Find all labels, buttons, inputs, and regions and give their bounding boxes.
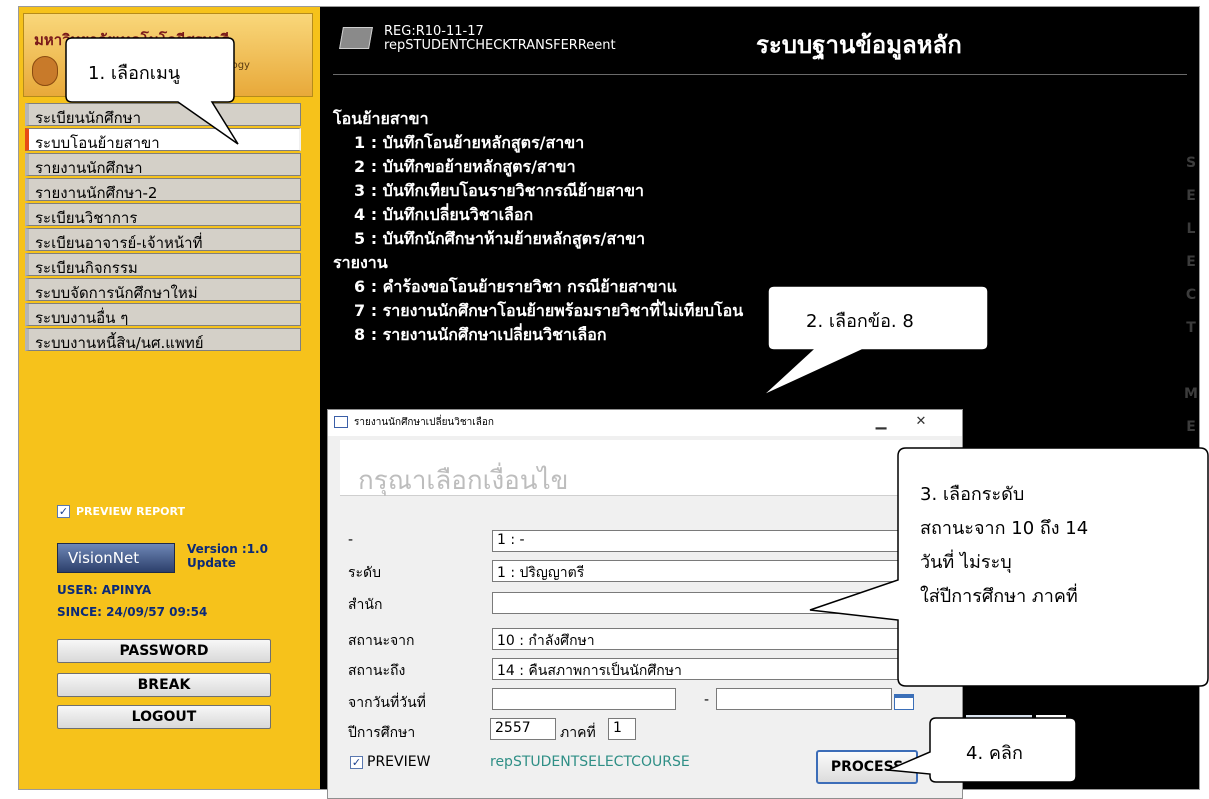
section-transfer: โอนย้ายสาขา (333, 109, 429, 128)
background-field (966, 715, 1032, 725)
date-from-input[interactable] (492, 688, 676, 710)
report-code: REG:R10-11-17 (384, 24, 484, 39)
level-label: ระดับ (348, 565, 382, 581)
date-label: จากวันที่วันที่ (348, 695, 426, 711)
year-input[interactable]: 2557 (490, 718, 556, 740)
callout-3-text: 3. เลือกระดับ สถานะจาก 10 ถึง 14 วันที่ … (920, 478, 1088, 614)
sidebar-item-academic-records[interactable]: ระเบียนวิชาการ (25, 203, 301, 226)
header-divider (333, 74, 1187, 75)
chevron-down-icon[interactable]: ▼ (902, 658, 916, 680)
status-from-label: สถานะจาก (348, 633, 415, 649)
callout-4-text: 4. คลิก (966, 743, 1023, 764)
sidebar-menu: ระเบียนนักศึกษา ระบบโอนย้ายสาขา รายงานนั… (25, 103, 301, 353)
password-button[interactable]: PASSWORD (57, 639, 271, 663)
office-select[interactable] (492, 592, 904, 614)
background-field-2 (1036, 715, 1066, 727)
menu-option-1[interactable]: 1 : บันทึกโอนย้ายหลักสูตร/สาขา (354, 131, 584, 156)
date-separator: - (704, 692, 710, 708)
sidebar-item-transfer-system[interactable]: ระบบโอนย้ายสาขา (25, 128, 301, 151)
callout-3-line-4: ใส่ปีการศึกษา ภาคที่ (920, 586, 1078, 607)
money-icon (339, 27, 373, 49)
page-title: ระบบฐานข้อมูลหลัก (756, 31, 962, 59)
preview-checkbox[interactable]: ✓ (350, 755, 363, 769)
term-input[interactable]: 1 (608, 718, 636, 740)
select-me-vertical-text: SELECT ME (1184, 155, 1198, 435)
chevron-down-icon[interactable]: ▼ (902, 530, 916, 552)
sidebar-item-other[interactable]: ระบบงานอื่น ๆ (25, 303, 301, 326)
level-select[interactable]: 1 : ปริญญาตรี (492, 560, 904, 582)
dialog-heading: กรุณาเลือกเงื่อนไข (358, 466, 569, 496)
status-to-label: สถานะถึง (348, 663, 406, 679)
sidebar-item-student-records[interactable]: ระเบียนนักศึกษา (25, 103, 301, 126)
dash-label: - (348, 532, 354, 548)
header-code: REG:R10-11-17 repSTUDENTCHECKTRANSFERRee… (384, 25, 616, 53)
version-info: Version :1.0 Update (187, 542, 268, 570)
sidebar-item-new-student[interactable]: ระบบจัดการนักศึกษาใหม่ (25, 278, 301, 301)
callout-2-text: 2. เลือกข้อ. 8 (806, 311, 914, 332)
report-name: repSTUDENTSELECTCOURSE (490, 754, 690, 770)
menu-option-6[interactable]: 6 : คำร้องขอโอนย้ายรายวิชา กรณีย้ายสาขาแ (354, 275, 677, 300)
visionnet-logo: VisionNet (57, 543, 175, 573)
version-text: Version :1.0 (187, 542, 268, 556)
app-window: มหาวิทยาลัยเทคโนโลยีสุรนารี nnology ระเบ… (18, 6, 1200, 799)
section-report: รายงาน (333, 253, 388, 272)
left-panel: มหาวิทยาลัยเทคโนโลยีสุรนารี nnology ระเบ… (19, 7, 320, 789)
minimize-icon[interactable]: ▁ (872, 414, 890, 430)
sidebar-item-student-report[interactable]: รายงานนักศึกษา (25, 153, 301, 176)
user-info: USER: APINYA (57, 583, 152, 597)
status-from-select[interactable]: 10 : กำลังศึกษา (492, 628, 904, 650)
menu-option-5[interactable]: 5 : บันทึกนักศึกษาห้ามย้ายหลักสูตร/สาขา (354, 227, 645, 252)
form-icon (334, 416, 348, 428)
sidebar-item-student-report-2[interactable]: รายงานนักศึกษา-2 (25, 178, 301, 201)
year-label: ปีการศึกษา (348, 725, 416, 741)
office-label: สำนัก (348, 597, 383, 613)
preview-option[interactable]: ✓ PREVIEW (350, 754, 430, 770)
process-button[interactable]: PROCESS (816, 750, 918, 784)
preview-report-checkbox[interactable]: ✓ (57, 505, 70, 518)
sidebar-item-activity-records[interactable]: ระเบียนกิจกรรม (25, 253, 301, 276)
menu-option-8[interactable]: 8 : รายงานนักศึกษาเปลี่ยนวิชาเลือก (354, 323, 607, 348)
chevron-down-icon[interactable]: ▼ (902, 560, 916, 582)
dialog-titlebar: รายงานนักศึกษาเปลี่ยนวิชาเลือก ▁ ✕ (328, 410, 962, 436)
report-id: repSTUDENTCHECKTRANSFERReent (384, 38, 616, 53)
seal-icon (32, 56, 58, 86)
update-text: Update (187, 556, 236, 570)
report-dialog: รายงานนักศึกษาเปลี่ยนวิชาเลือก ▁ ✕ กรุณา… (327, 409, 963, 799)
sidebar-item-staff-records[interactable]: ระเบียนอาจารย์-เจ้าหน้าที่ (25, 228, 301, 251)
callout-3-line-3: วันที่ ไม่ระบุ (920, 552, 1012, 573)
since-info: SINCE: 24/09/57 09:54 (57, 605, 208, 619)
status-to-select[interactable]: 14 : คืนสภาพการเป็นนักศึกษา (492, 658, 904, 680)
callout-3-line-1: 3. เลือกระดับ (920, 484, 1025, 505)
logout-button[interactable]: LOGOUT (57, 705, 271, 729)
preview-report-option[interactable]: ✓ PREVIEW REPORT (57, 505, 185, 518)
preview-report-label: PREVIEW REPORT (76, 505, 186, 518)
menu-option-4[interactable]: 4 : บันทึกเปลี่ยนวิชาเลือก (354, 203, 533, 228)
logo-title: มหาวิทยาลัยเทคโนโลยีสุรนารี (34, 31, 230, 49)
close-icon[interactable]: ✕ (912, 414, 930, 429)
break-button[interactable]: BREAK (57, 673, 271, 697)
logo-subtitle: nnology (210, 60, 250, 71)
dialog-title: รายงานนักศึกษาเปลี่ยนวิชาเลือก (354, 417, 494, 428)
sidebar-item-debt[interactable]: ระบบงานหนี้สิน/นศ.แพทย์ (25, 328, 301, 351)
menu-option-7[interactable]: 7 : รายงานนักศึกษาโอนย้ายพร้อมรายวิชาที่… (354, 299, 743, 324)
date-to-input[interactable] (716, 688, 892, 710)
preview-label: PREVIEW (367, 754, 431, 770)
term-label: ภาคที่ (560, 725, 596, 741)
calendar-icon[interactable] (894, 694, 914, 710)
menu-option-3[interactable]: 3 : บันทึกเทียบโอนรายวิชากรณีย้ายสาขา (354, 179, 644, 204)
callout-1-text: 1. เลือกเมนู (88, 63, 181, 84)
dash-select[interactable]: 1 : - (492, 530, 904, 552)
menu-option-2[interactable]: 2 : บันทึกขอย้ายหลักสูตร/สาขา (354, 155, 576, 180)
callout-3-line-2: สถานะจาก 10 ถึง 14 (920, 518, 1089, 539)
